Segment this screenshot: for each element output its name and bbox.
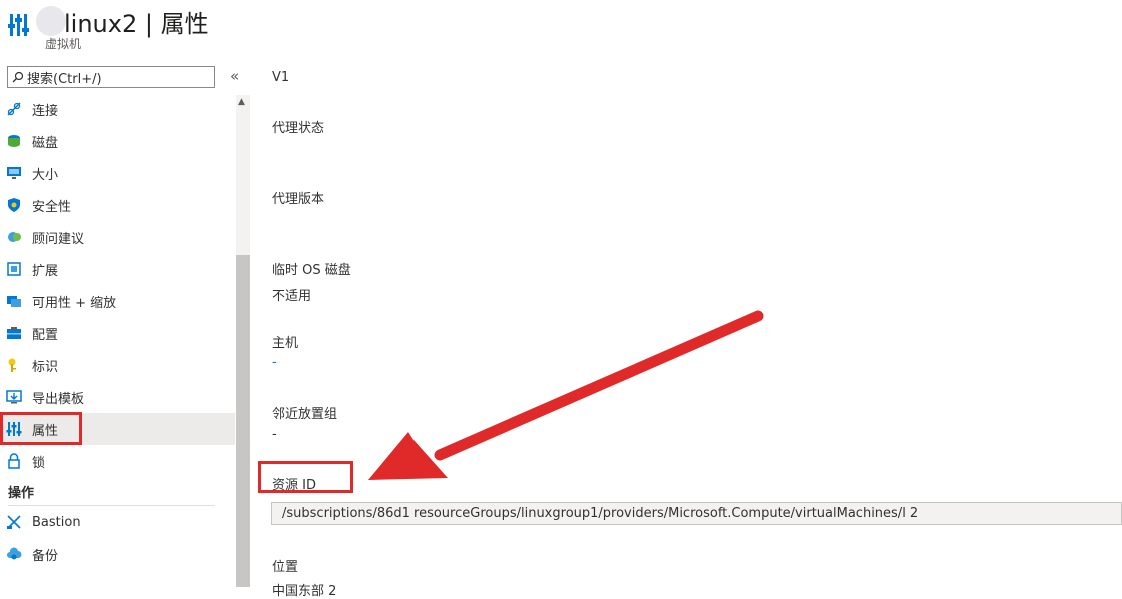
sidebar-item-advisor[interactable]: 顾问建议 <box>0 221 235 253</box>
agent-version-label: 代理版本 <box>272 192 325 207</box>
scroll-up-arrow-icon[interactable]: ▲ <box>238 97 245 107</box>
sidebar-item-label: 配置 <box>32 327 59 343</box>
temp-os-disk-value: 不适用 <box>272 289 312 304</box>
size-icon <box>6 165 22 181</box>
sidebar-item-label: 安全性 <box>32 199 72 215</box>
sidebar-item-disks[interactable]: 磁盘 <box>0 125 235 157</box>
backup-cloud-icon <box>6 546 22 562</box>
identity-key-icon <box>6 357 22 373</box>
proximity-placement-group-value: - <box>272 427 277 442</box>
sidebar-item-locks[interactable]: 锁 <box>0 445 235 477</box>
sidebar-item-label: 磁盘 <box>32 135 59 151</box>
generation-value: V1 <box>272 70 290 85</box>
agent-status-label: 代理状态 <box>272 121 325 136</box>
collapse-sidebar-button[interactable]: « <box>230 67 239 85</box>
host-label: 主机 <box>272 336 299 351</box>
sidebar-item-label: 标识 <box>32 359 59 375</box>
lock-icon <box>6 453 22 469</box>
temp-os-disk-label: 临时 OS 磁盘 <box>272 263 351 278</box>
search-input[interactable]: 搜索(Ctrl+/) <box>7 66 215 88</box>
sidebar-item-label: 连接 <box>32 103 59 119</box>
properties-icon <box>8 10 36 38</box>
sidebar-item-connect[interactable]: 连接 <box>0 93 235 125</box>
advisor-icon <box>6 229 22 245</box>
disk-icon <box>6 133 22 149</box>
sidebar-item-label: 锁 <box>32 455 46 471</box>
sidebar-scrollbar-thumb[interactable] <box>236 255 250 587</box>
vm-avatar <box>36 6 66 36</box>
sidebar-item-label: Bastion <box>32 514 81 530</box>
highlight-box-properties <box>0 412 82 445</box>
sidebar-item-label: 扩展 <box>32 263 59 279</box>
sidebar-item-identity[interactable]: 标识 <box>0 349 235 381</box>
security-shield-icon <box>6 197 22 213</box>
sidebar-nav: 连接 磁盘 大小 安全性 顾问建议 扩展 可用性 + 缩放 配置 标识 导出模板… <box>0 93 235 570</box>
location-label: 位置 <box>272 560 299 575</box>
sidebar-section-operations: 操作 <box>8 485 35 501</box>
sidebar-item-label: 导出模板 <box>32 391 85 407</box>
search-icon <box>12 71 24 83</box>
sidebar-item-export-template[interactable]: 导出模板 <box>0 381 235 413</box>
sidebar-item-label: 可用性 + 缩放 <box>32 295 117 311</box>
export-template-icon <box>6 389 22 405</box>
sidebar-item-label: 大小 <box>32 167 59 183</box>
sidebar-item-configuration[interactable]: 配置 <box>0 317 235 349</box>
highlight-box-resource-id <box>258 461 353 493</box>
sidebar-item-label: 顾问建议 <box>32 231 85 247</box>
resource-id-field[interactable]: /subscriptions/86d1 resourceGroups/linux… <box>271 502 1122 525</box>
connect-icon <box>6 101 22 117</box>
sidebar-item-bastion[interactable]: Bastion <box>0 506 235 538</box>
availability-icon <box>6 293 22 309</box>
sidebar-item-security[interactable]: 安全性 <box>0 189 235 221</box>
sidebar-item-backup[interactable]: 备份 <box>0 538 235 570</box>
sidebar-item-label: 备份 <box>32 548 59 564</box>
proximity-placement-group-label: 邻近放置组 <box>272 407 338 422</box>
sidebar-item-availability[interactable]: 可用性 + 缩放 <box>0 285 235 317</box>
sidebar-item-size[interactable]: 大小 <box>0 157 235 189</box>
configuration-icon <box>6 325 22 341</box>
search-placeholder: 搜索(Ctrl+/) <box>27 71 102 87</box>
page-subtitle: 虚拟机 <box>45 37 82 51</box>
location-value: 中国东部 2 <box>272 584 337 599</box>
sidebar-item-extensions[interactable]: 扩展 <box>0 253 235 285</box>
bastion-icon <box>6 514 22 530</box>
host-value[interactable]: - <box>272 355 277 370</box>
extensions-icon <box>6 261 22 277</box>
page-title: linux2 | 属性 <box>64 10 209 38</box>
